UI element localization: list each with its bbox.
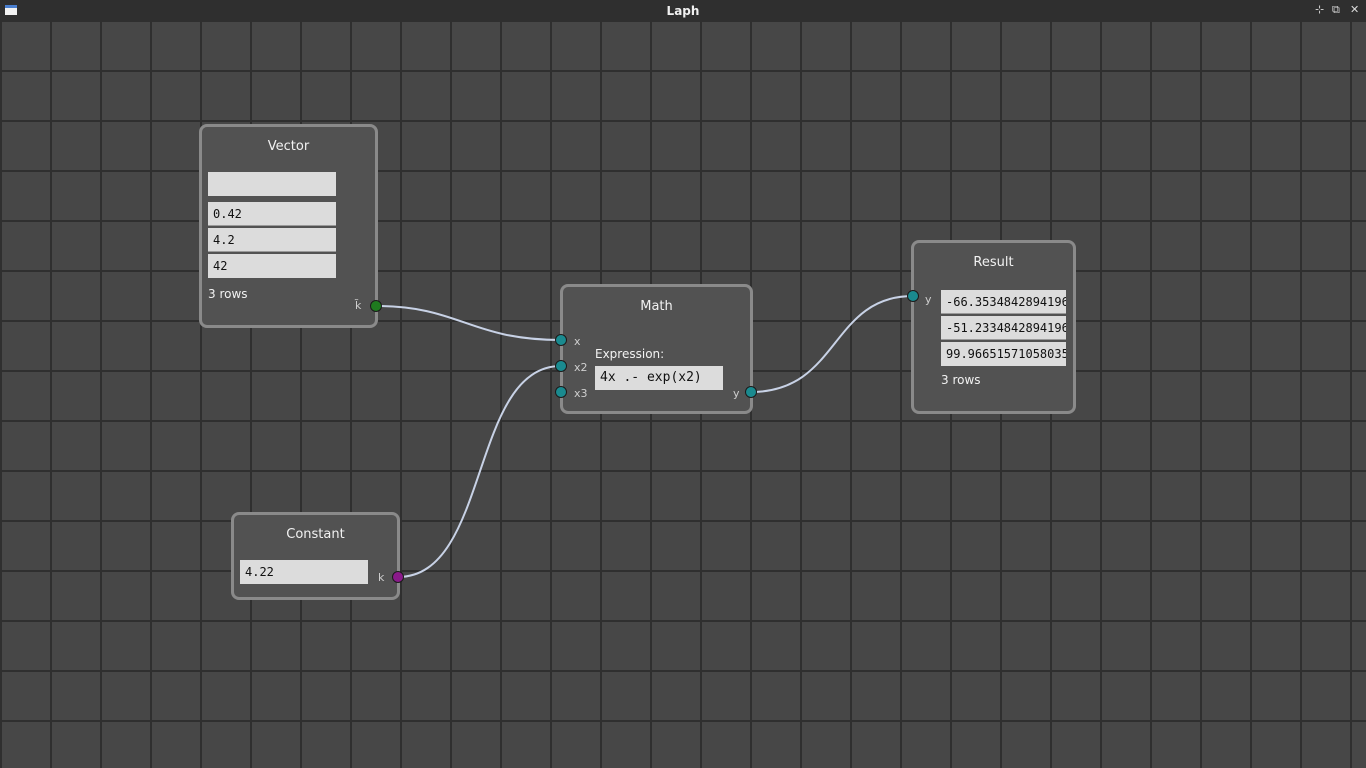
result-row-value: -66.3534842894196 [941,290,1066,314]
expression-input[interactable]: 4x .- exp(x2) [595,366,723,390]
math-node[interactable]: Math x x2 x3 Expression: 4x .- exp(x2) y [560,284,753,414]
expression-label: Expression: [595,347,665,361]
math-input-port-x2[interactable] [555,360,567,372]
constant-node[interactable]: Constant 4.22 k [231,512,400,600]
node-title: Result [973,255,1014,270]
constant-value-input[interactable]: 4.22 [240,560,368,584]
constant-output-port[interactable] [392,571,404,583]
math-input-port-x[interactable] [555,334,567,346]
result-input-port[interactable] [907,290,919,302]
result-row-value: 99.96651571058035 [941,342,1066,366]
restore-icon[interactable]: ⧉ [1332,4,1340,16]
math-input-label-x2: x2 [574,361,588,374]
vector-output-port[interactable] [370,300,382,312]
math-input-port-x3[interactable] [555,386,567,398]
vector-row-input[interactable]: 0.42 [208,202,336,226]
pin-icon[interactable]: ⊹ [1315,4,1324,16]
window-title: Laph [666,4,700,18]
node-title: Constant [286,527,345,542]
math-output-port[interactable] [745,386,757,398]
math-input-label-x: x [574,335,581,348]
vector-row-count: 3 rows [208,287,248,301]
result-row-count: 3 rows [941,373,981,387]
vector-row-input[interactable]: 4.2 [208,228,336,252]
constant-output-label: k [378,571,385,584]
node-title: Math [640,299,673,314]
vector-new-row-input[interactable] [208,172,336,196]
math-output-label: y [733,387,740,400]
result-row-value: -51.2334842894196 [941,316,1066,340]
vector-node[interactable]: Vector 0.42 4.2 42 3 rows k̃ [199,124,378,328]
result-input-label: y [925,293,932,306]
node-title: Vector [267,139,310,154]
window-titlebar: Laph ⊹ ⧉ ✕ [0,0,1366,23]
vector-output-label: k̃ [355,299,362,312]
close-icon[interactable]: ✕ [1350,4,1359,16]
math-input-label-x3: x3 [574,387,588,400]
result-node[interactable]: Result y -66.3534842894196 -51.233484289… [911,240,1076,414]
vector-row-input[interactable]: 42 [208,254,336,278]
